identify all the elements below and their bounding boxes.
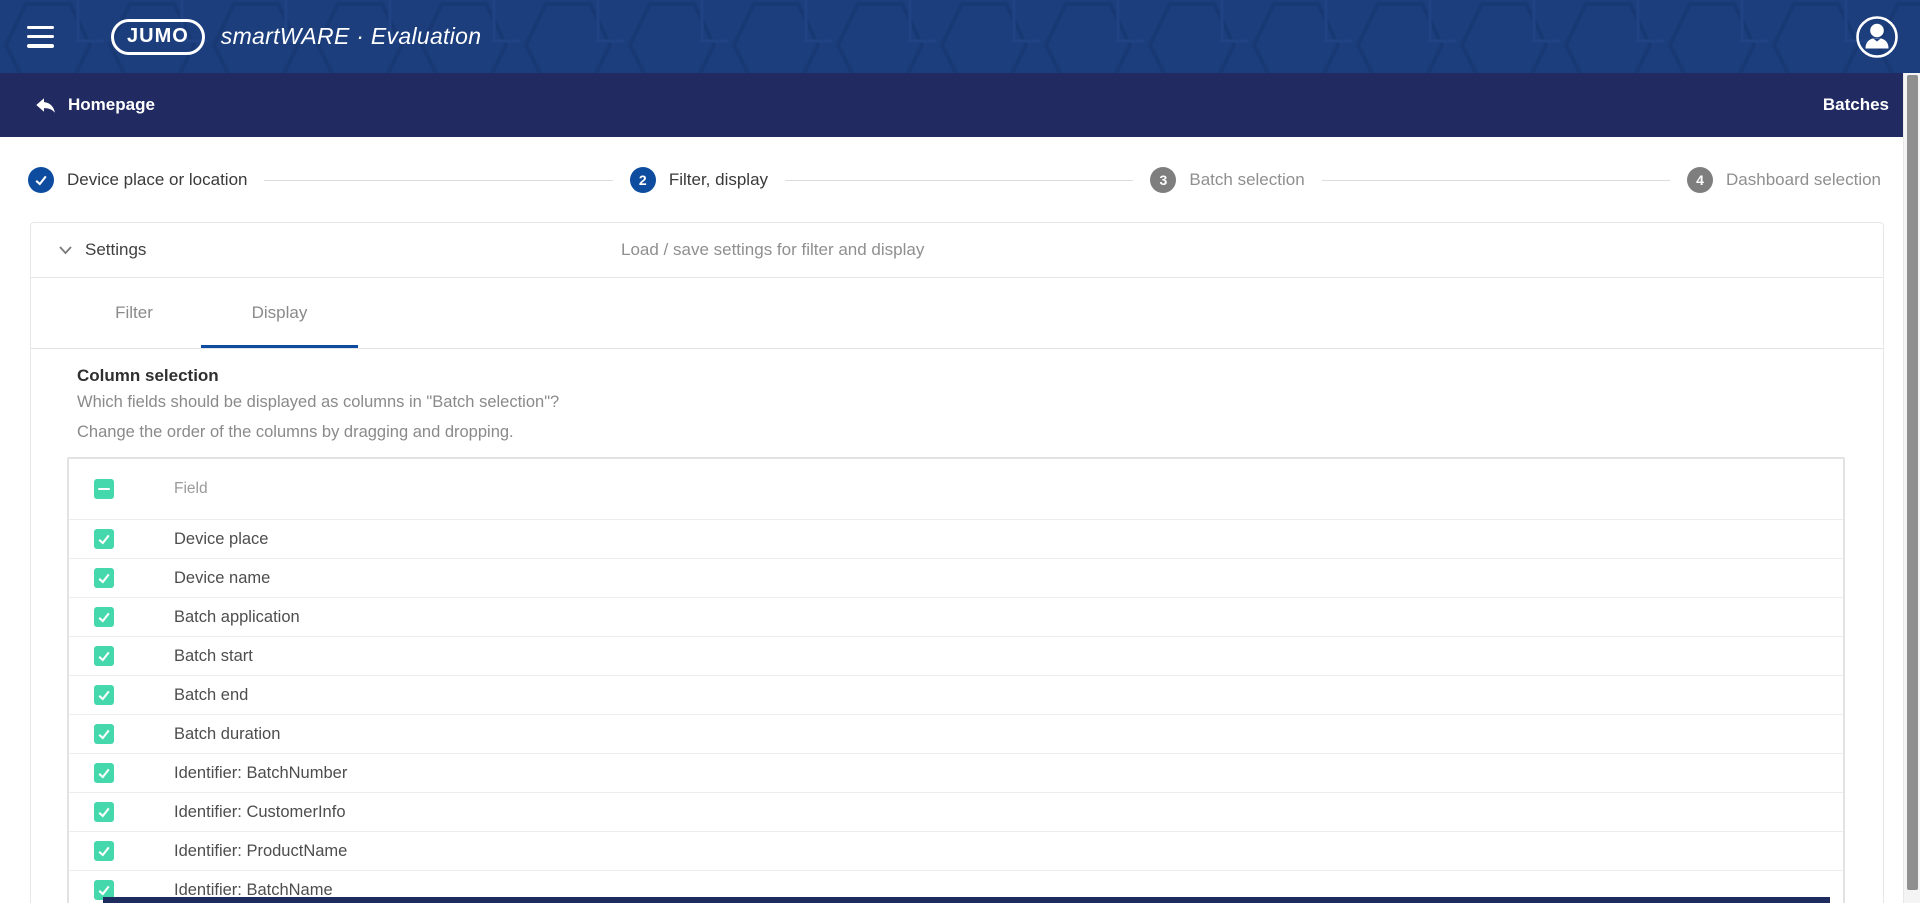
- user-avatar-icon[interactable]: [1855, 15, 1899, 59]
- row-checkbox[interactable]: [94, 568, 114, 588]
- display-tab-content: Column selection Which fields should be …: [31, 349, 1883, 903]
- table-header-row: Field: [69, 459, 1843, 519]
- menu-line: [27, 34, 54, 39]
- stepper-step: 2 Filter, display: [629, 167, 769, 193]
- stepper: Device place or location 2 Filter, displ…: [0, 158, 1903, 202]
- column-selection-title: Column selection: [77, 366, 219, 385]
- stepper-step: 4 Dashboard selection: [1687, 167, 1881, 193]
- tab-filter[interactable]: Filter: [67, 278, 201, 348]
- stepper-step: 3 Batch selection: [1150, 167, 1305, 193]
- tab-display[interactable]: Display: [201, 278, 358, 348]
- row-field-label: Device place: [174, 529, 269, 548]
- row-checkbox[interactable]: [94, 841, 114, 861]
- vertical-scrollbar[interactable]: [1903, 73, 1920, 903]
- step-indicator[interactable]: 3: [1150, 167, 1177, 193]
- chevron-down-icon: [59, 246, 72, 255]
- step-connector: [1321, 179, 1671, 181]
- check-icon: [98, 768, 110, 779]
- table-row[interactable]: Device name: [69, 558, 1843, 597]
- table-row[interactable]: Identifier: CustomerInfo: [69, 792, 1843, 831]
- row-field-label: Device name: [174, 568, 271, 587]
- table-row[interactable]: Batch application: [69, 597, 1843, 636]
- step-label: Filter, display: [668, 170, 769, 189]
- settings-panel: Settings Load / save settings for filter…: [30, 222, 1884, 903]
- step-label: Batch selection: [1189, 170, 1305, 189]
- row-field-label: Identifier: CustomerInfo: [174, 802, 346, 821]
- back-arrow-icon: [36, 98, 55, 113]
- clipped-bottom-panel: [103, 897, 1830, 903]
- table-row[interactable]: Identifier: ProductName: [69, 831, 1843, 870]
- field-column-header: Field: [174, 480, 208, 497]
- row-field-label: Batch end: [174, 685, 249, 704]
- settings-title: Settings: [85, 240, 147, 259]
- page-root: JUMO smartWARE · Evaluation Homepage Bat…: [0, 0, 1920, 903]
- check-icon: [98, 651, 110, 662]
- menu-line: [27, 44, 54, 48]
- check-icon: [98, 807, 110, 818]
- row-checkbox[interactable]: [94, 724, 114, 744]
- step-label: Dashboard selection: [1726, 170, 1881, 189]
- check-icon: [98, 846, 110, 857]
- step-connector: [785, 179, 1134, 181]
- row-field-label: Identifier: BatchNumber: [174, 763, 348, 782]
- table-body: Device place Device name Batch applicati…: [69, 519, 1843, 903]
- step-indicator[interactable]: 4: [1687, 167, 1714, 193]
- row-field-label: Batch duration: [174, 724, 281, 743]
- row-field-label: Batch application: [174, 607, 300, 626]
- check-icon: [35, 175, 47, 186]
- row-checkbox[interactable]: [94, 529, 114, 549]
- check-icon: [98, 534, 110, 545]
- row-field-label: Identifier: ProductName: [174, 841, 348, 860]
- jumo-logo: JUMO: [111, 18, 205, 55]
- row-checkbox[interactable]: [94, 685, 114, 705]
- check-icon: [98, 612, 110, 623]
- step-label: Device place or location: [67, 170, 248, 189]
- column-selection-hint: Change the order of the columns by dragg…: [77, 423, 514, 441]
- table-row[interactable]: Identifier: BatchNumber: [69, 753, 1843, 792]
- column-selection-question: Which fields should be displayed as colu…: [77, 393, 560, 411]
- step-indicator[interactable]: 2: [629, 167, 656, 193]
- product-title: smartWARE · Evaluation: [220, 23, 482, 49]
- check-icon: [98, 690, 110, 701]
- table-row[interactable]: Batch duration: [69, 714, 1843, 753]
- table-row[interactable]: Batch end: [69, 675, 1843, 714]
- row-checkbox[interactable]: [94, 802, 114, 822]
- menu-line: [27, 25, 54, 29]
- column-table: Field Device place Device name Batch app…: [67, 457, 1845, 903]
- row-checkbox[interactable]: [94, 607, 114, 627]
- settings-description: Load / save settings for filter and disp…: [621, 240, 925, 259]
- check-icon: [98, 729, 110, 740]
- check-icon: [98, 573, 110, 584]
- breadcrumb-bar: Homepage Batches: [0, 73, 1903, 137]
- back-label: Homepage: [68, 95, 155, 114]
- brand-block: JUMO smartWARE · Evaluation: [111, 18, 482, 55]
- menu-icon[interactable]: [27, 25, 57, 48]
- select-all-checkbox[interactable]: [94, 479, 114, 499]
- stepper-step: Device place or location: [28, 167, 247, 193]
- check-icon: [98, 885, 110, 896]
- scrollbar-thumb[interactable]: [1907, 75, 1918, 890]
- context-title: Batches: [1822, 95, 1889, 114]
- settings-panel-header[interactable]: Settings Load / save settings for filter…: [31, 223, 1883, 278]
- step-indicator[interactable]: [28, 167, 54, 193]
- app-header: JUMO smartWARE · Evaluation: [0, 0, 1920, 73]
- row-checkbox[interactable]: [94, 646, 114, 666]
- indeterminate-icon: [98, 487, 110, 491]
- row-field-label: Batch start: [174, 646, 253, 665]
- back-link[interactable]: Homepage: [34, 95, 155, 115]
- table-row[interactable]: Batch start: [69, 636, 1843, 675]
- table-row[interactable]: Device place: [69, 519, 1843, 558]
- step-connector: [264, 179, 613, 181]
- row-checkbox[interactable]: [94, 763, 114, 783]
- tab-bar: Filter Display: [31, 278, 1883, 349]
